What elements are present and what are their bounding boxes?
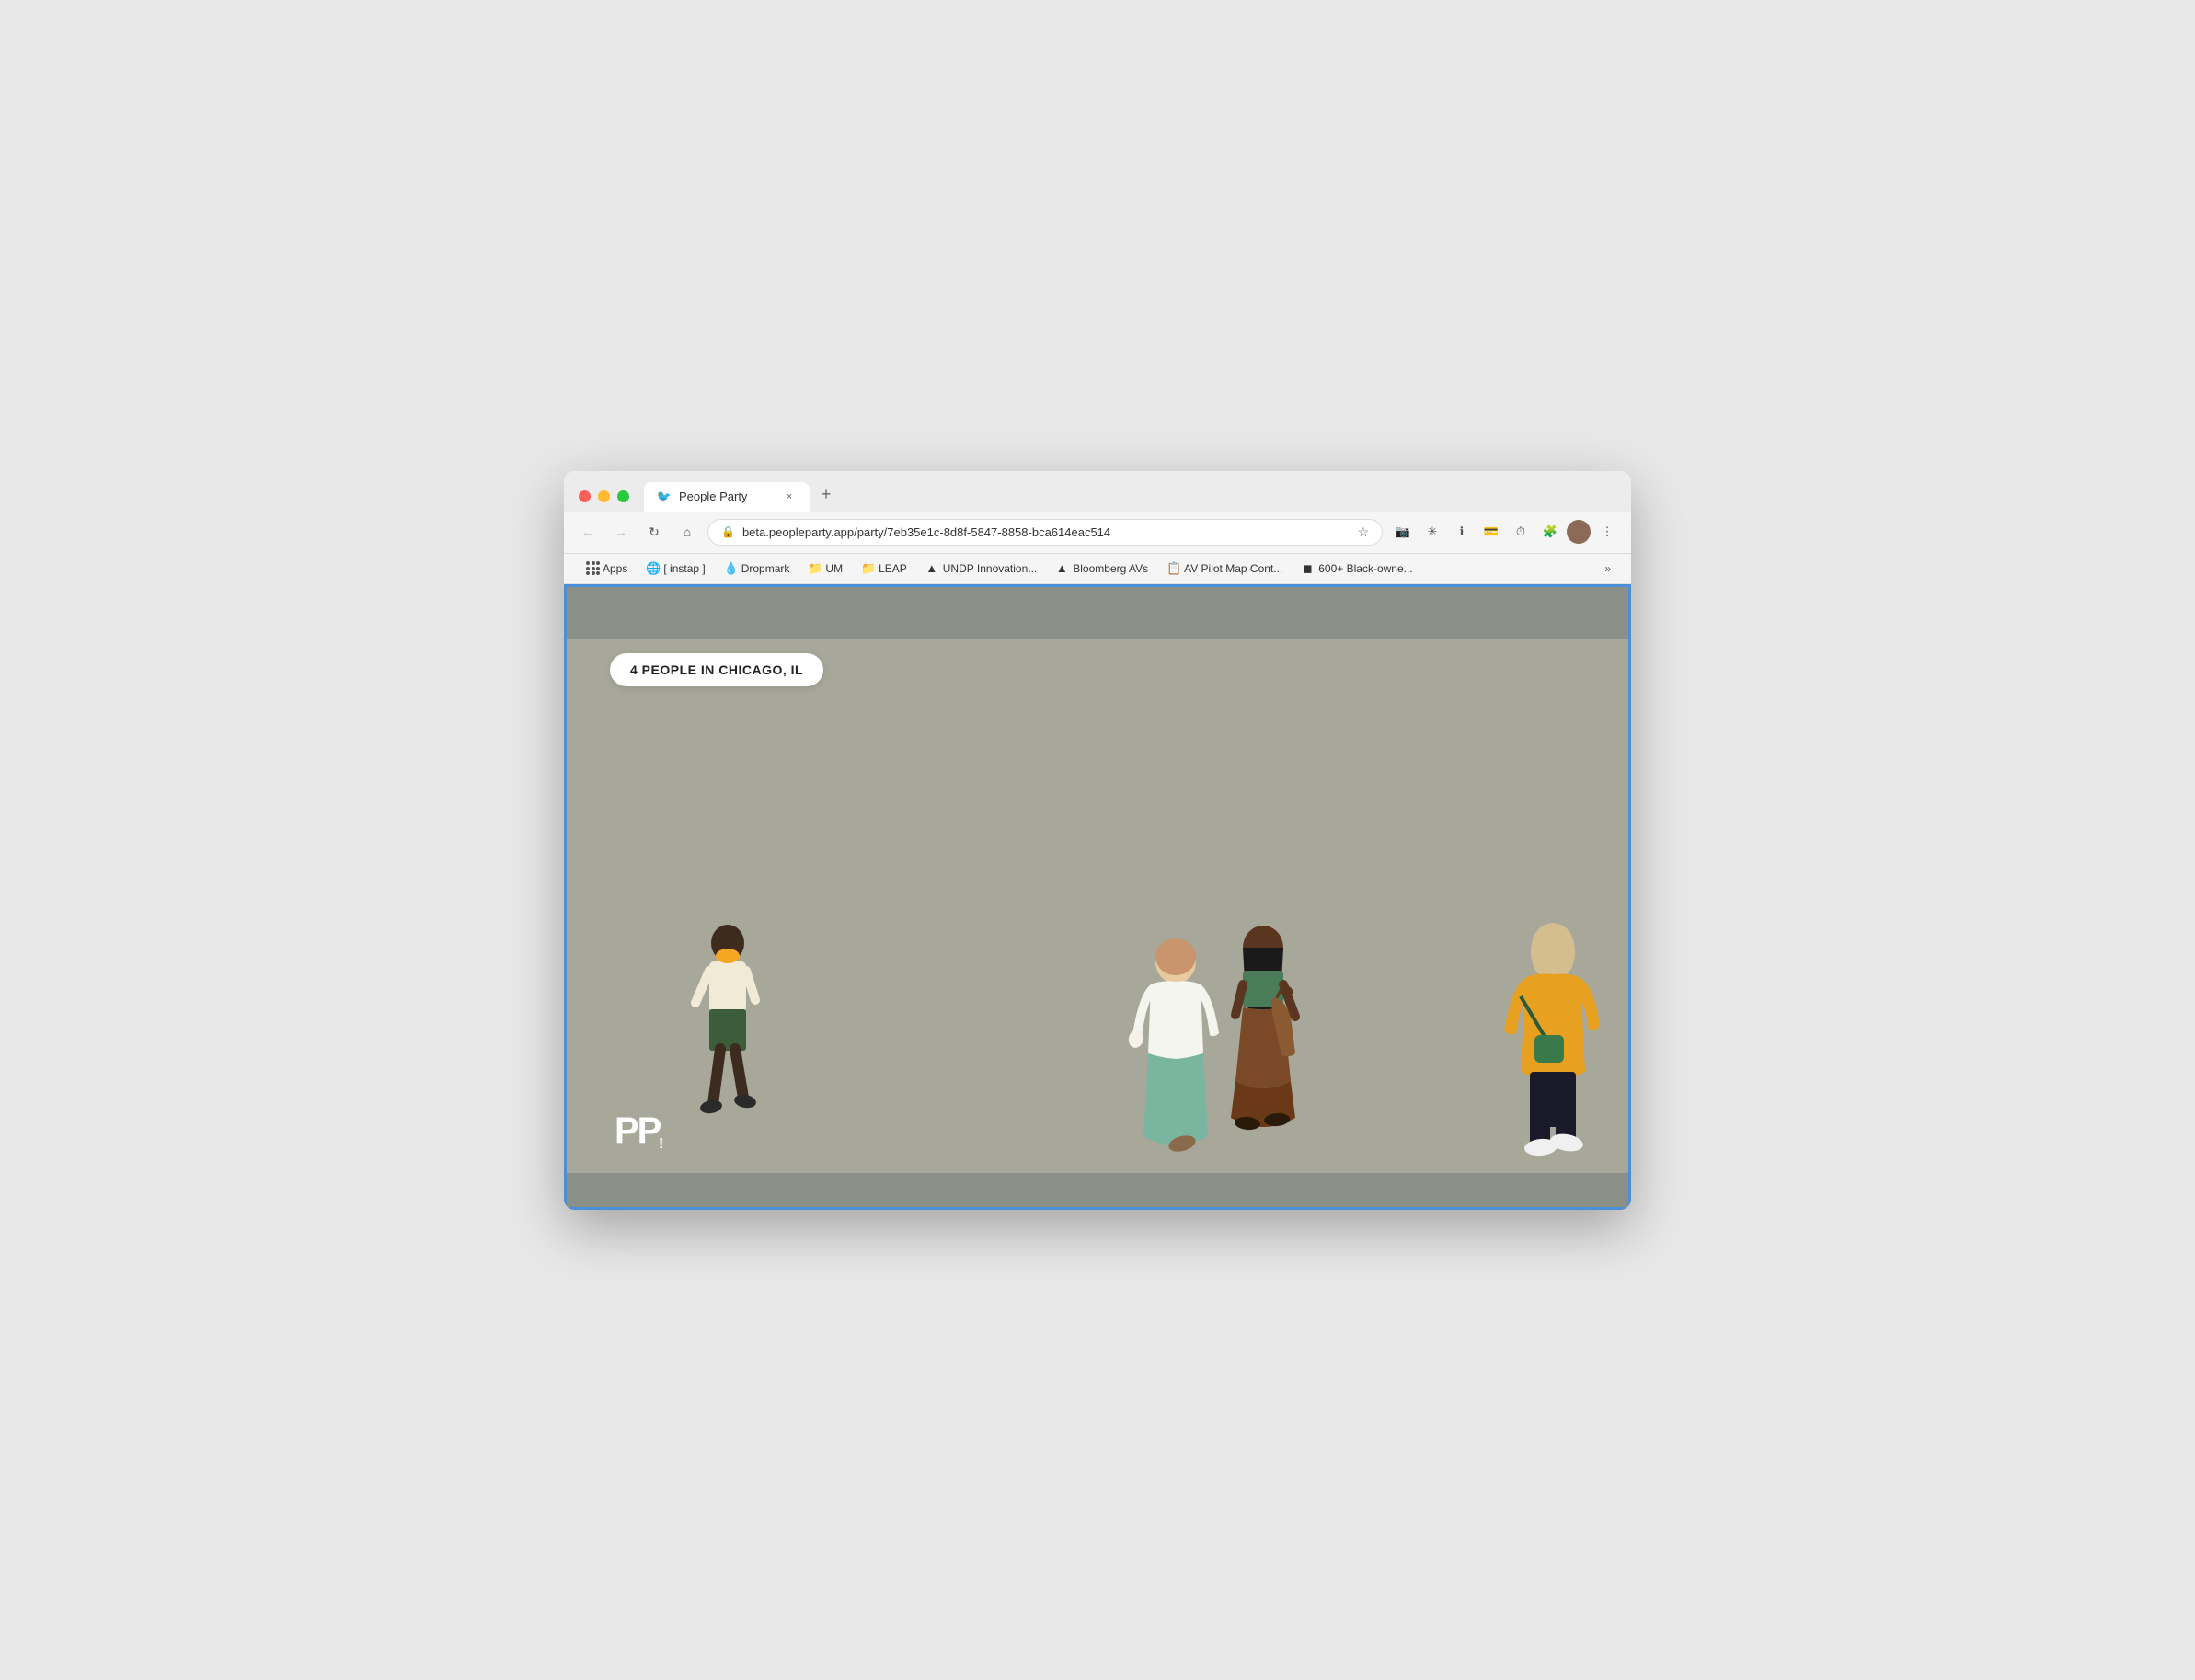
menu-icon[interactable]: ⋮ (1594, 519, 1620, 545)
traffic-lights (579, 490, 629, 502)
dropmark-label: Dropmark (741, 562, 790, 575)
bookmark-dropmark[interactable]: 💧 Dropmark (717, 558, 798, 579)
tab-title: People Party (679, 489, 775, 503)
av-pilot-label: AV Pilot Map Cont... (1184, 562, 1282, 575)
globe-icon: 🌐 (646, 561, 659, 576)
apps-label: Apps (603, 562, 627, 575)
wallet-icon[interactable]: 💳 (1478, 519, 1504, 545)
evernote-icon: 📋 (1166, 561, 1179, 576)
close-button[interactable] (579, 490, 591, 502)
tab-favicon: 🐦 (657, 489, 672, 504)
bloomberg-label: Bloomberg AVs (1073, 562, 1148, 575)
refresh-button[interactable]: ↻ (641, 519, 667, 545)
undp-label: UNDP Innovation... (943, 562, 1038, 575)
title-bar: 🐦 People Party × + (564, 471, 1631, 512)
folder-icon: 📁 (808, 561, 821, 576)
people-scene (564, 584, 1631, 1210)
camera-icon[interactable]: 📷 (1390, 519, 1416, 545)
info-icon[interactable]: ℹ (1449, 519, 1475, 545)
bookmark-600-black[interactable]: ◼ 600+ Black-owne... (1293, 558, 1419, 579)
bookmark-bloomberg[interactable]: ▲ Bloomberg AVs (1048, 558, 1155, 578)
forward-button[interactable]: → (608, 519, 634, 545)
nav-bar: ← → ↻ ⌂ 🔒 beta.peopleparty.app/party/7eb… (564, 512, 1631, 554)
bookmarks-more-button[interactable]: » (1599, 559, 1616, 578)
address-bar[interactable]: 🔒 beta.peopleparty.app/party/7eb35e1c-8d… (707, 519, 1383, 546)
minimize-button[interactable] (598, 490, 610, 502)
bookmark-star-icon[interactable]: ☆ (1357, 524, 1369, 540)
tab-bar: 🐦 People Party × + (644, 482, 1616, 512)
url-text: beta.peopleparty.app/party/7eb35e1c-8d8f… (742, 525, 1350, 539)
leap-label: LEAP (879, 562, 907, 575)
um-label: UM (825, 562, 843, 575)
svg-text:PP: PP (615, 1110, 661, 1151)
drive-icon: ▲ (925, 561, 938, 575)
bookmarks-bar: Apps 🌐 [ instap ] 💧 Dropmark 📁 UM 📁 LEAP… (564, 554, 1631, 584)
instap-label: [ instap ] (663, 562, 705, 575)
browser-content: 4 PEOPLE IN CHICAGO, IL (564, 584, 1631, 1210)
extensions-icon[interactable]: ✳ (1419, 519, 1445, 545)
notion-icon: ◼ (1301, 561, 1314, 576)
dropmark-icon: 💧 (724, 561, 737, 576)
user-avatar[interactable] (1567, 520, 1591, 544)
bookmark-apps[interactable]: Apps (579, 558, 635, 578)
new-tab-button[interactable]: + (813, 482, 839, 508)
nav-right-icons: 📷 ✳ ℹ 💳 ⏱ 🧩 ⋮ (1390, 519, 1620, 545)
active-tab[interactable]: 🐦 People Party × (644, 482, 810, 512)
bookmark-av-pilot[interactable]: 📋 AV Pilot Map Cont... (1159, 558, 1290, 579)
bookmark-undp[interactable]: ▲ UNDP Innovation... (918, 558, 1045, 578)
maximize-button[interactable] (617, 490, 629, 502)
bookmark-um[interactable]: 📁 UM (800, 558, 850, 579)
drive-icon-2: ▲ (1055, 561, 1068, 575)
bookmark-leap[interactable]: 📁 LEAP (854, 558, 914, 579)
apps-grid-icon (586, 561, 600, 575)
bookmark-instap[interactable]: 🌐 [ instap ] (638, 558, 712, 579)
home-button[interactable]: ⌂ (674, 519, 700, 545)
lock-icon: 🔒 (721, 525, 735, 538)
bottom-strip (564, 1173, 1631, 1210)
puzzle-icon[interactable]: 🧩 (1537, 519, 1563, 545)
tab-close-button[interactable]: × (782, 489, 797, 504)
600-black-label: 600+ Black-owne... (1318, 562, 1412, 575)
folder-icon-2: 📁 (861, 561, 874, 576)
browser-window: 🐦 People Party × + ← → ↻ ⌂ 🔒 beta.people… (564, 471, 1631, 1210)
back-button[interactable]: ← (575, 519, 601, 545)
timer-icon[interactable]: ⏱ (1508, 519, 1534, 545)
pp-logo: PP ! (615, 1104, 670, 1159)
svg-text:!: ! (659, 1136, 662, 1152)
